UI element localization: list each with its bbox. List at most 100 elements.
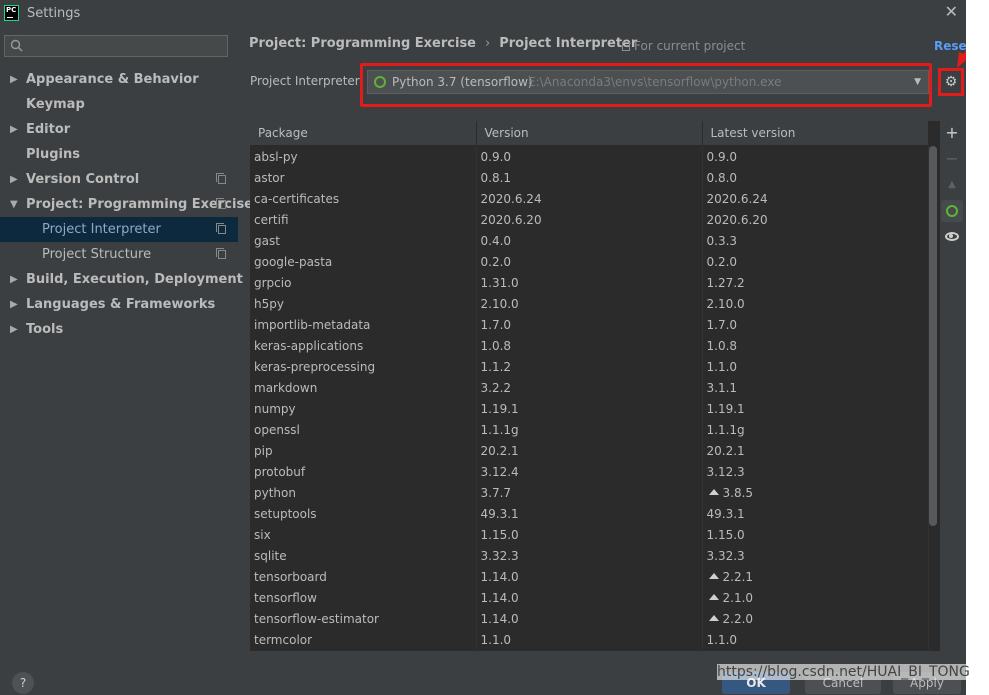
upgrade-available-icon [708, 488, 719, 495]
table-row[interactable]: protobuf 3.12.4 3.12.3 [250, 461, 929, 482]
cell-latest-text: 49.3.1 [706, 506, 745, 521]
cell-package-text: ca-certificates [254, 191, 340, 206]
upgrade-package-button[interactable]: ▲ [942, 174, 962, 196]
plus-icon: + [945, 123, 959, 142]
cell-package-text: python [254, 485, 296, 500]
cell-version-text: 0.9.0 [480, 149, 512, 164]
cell-version: 3.12.4 [476, 461, 703, 482]
table-row[interactable]: tensorboard 1.14.0 2.2.1 [250, 566, 929, 587]
cell-latest-text: 0.3.3 [706, 233, 738, 248]
cell-latest-text: 3.12.3 [706, 464, 745, 479]
sidebar-item-version-control[interactable]: ▶ Version Control [0, 167, 238, 192]
project-level-icon [216, 223, 226, 234]
table-row[interactable]: absl-py 0.9.0 0.9.0 [250, 145, 929, 167]
cell-package-text: h5py [254, 296, 284, 311]
cell-version-text: 2020.6.24 [480, 191, 542, 206]
cell-version-text: 1.14.0 [480, 590, 519, 605]
table-row[interactable]: sqlite 3.32.3 3.32.3 [250, 545, 929, 566]
column-header-latest-version[interactable]: Latest version [702, 121, 929, 146]
cell-latest-text: 2020.6.24 [706, 191, 768, 206]
table-row[interactable]: gast 0.4.0 0.3.3 [250, 230, 929, 251]
table-row[interactable]: six 1.15.0 1.15.0 [250, 524, 929, 545]
cell-package-text: gast [254, 233, 280, 248]
expanded-arrow-icon[interactable]: ▼ [10, 192, 18, 217]
table-row[interactable]: astor 0.8.1 0.8.0 [250, 167, 929, 188]
sidebar-item-plugins[interactable]: Plugins [0, 142, 238, 167]
column-header-package[interactable]: Package [250, 121, 477, 146]
cell-latest-text: 2.10.0 [706, 296, 745, 311]
cell-latest-text: 1.1.1g [706, 422, 745, 437]
sidebar-item-appearance-behavior[interactable]: ▶ Appearance & Behavior [0, 67, 238, 92]
table-row[interactable]: numpy 1.19.1 1.19.1 [250, 398, 929, 419]
table-row[interactable]: certifi 2020.6.20 2020.6.20 [250, 209, 929, 230]
table-row[interactable]: ca-certificates 2020.6.24 2020.6.24 [250, 188, 929, 209]
remove-package-button[interactable]: − [942, 148, 962, 170]
column-header-version[interactable]: Version [476, 121, 703, 146]
cell-package-text: termcolor [254, 632, 313, 647]
table-row[interactable]: pip 20.2.1 20.2.1 [250, 440, 929, 461]
cell-latest: 1.1.1g [702, 419, 929, 440]
dialog-button-bar: ? OK Cancel Apply [0, 660, 966, 695]
project-level-icon [216, 198, 226, 209]
cell-package-text: tensorflow [254, 590, 317, 605]
table-scrollbar[interactable] [929, 146, 937, 526]
add-package-button[interactable]: + [942, 122, 962, 144]
refresh-icon [946, 205, 958, 217]
sidebar-item-project-programming-exercise[interactable]: ▼ Project: Programming Exercise [0, 192, 253, 217]
sidebar-item-project-structure[interactable]: Project Structure [0, 242, 238, 267]
cancel-button[interactable]: Cancel [805, 672, 881, 694]
settings-search[interactable] [4, 35, 228, 57]
cell-package: google-pasta [250, 251, 477, 272]
cell-version: 1.31.0 [476, 272, 703, 293]
help-button[interactable]: ? [12, 672, 34, 694]
table-row[interactable]: python 3.7.7 3.8.5 [250, 482, 929, 503]
apply-button[interactable]: Apply [893, 672, 961, 694]
collapsed-arrow-icon[interactable]: ▶ [10, 267, 18, 292]
table-row[interactable]: openssl 1.1.1g 1.1.1g [250, 419, 929, 440]
interpreter-select[interactable]: Python 3.7 (tensorflow) E:\Anaconda3\env… [367, 70, 929, 94]
sidebar-item-keymap[interactable]: Keymap [0, 92, 238, 117]
table-row[interactable]: h5py 2.10.0 2.10.0 [250, 293, 929, 314]
refresh-packages-button[interactable] [941, 200, 963, 222]
collapsed-arrow-icon[interactable]: ▶ [10, 167, 18, 192]
table-row[interactable]: markdown 3.2.2 3.1.1 [250, 377, 929, 398]
cell-package-text: six [254, 527, 271, 542]
cell-package: python [250, 482, 477, 503]
table-row[interactable]: tensorflow 1.14.0 2.1.0 [250, 587, 929, 608]
table-row[interactable]: setuptools 49.3.1 49.3.1 [250, 503, 929, 524]
collapsed-arrow-icon[interactable]: ▶ [10, 317, 18, 342]
cell-package-text: numpy [254, 401, 296, 416]
app-icon-text: PC [6, 6, 17, 14]
cell-version: 20.2.1 [476, 440, 703, 461]
collapsed-arrow-icon[interactable]: ▶ [10, 117, 18, 142]
sidebar-item-editor[interactable]: ▶ Editor [0, 117, 238, 142]
sidebar-item-languages-frameworks[interactable]: ▶ Languages & Frameworks [0, 292, 238, 317]
sidebar-item-tools[interactable]: ▶ Tools [0, 317, 238, 342]
table-row[interactable]: grpcio 1.31.0 1.27.2 [250, 272, 929, 293]
title-bar: PC Settings ✕ [0, 0, 966, 27]
sidebar-item-label: Build, Execution, Deployment [26, 272, 243, 287]
table-row[interactable]: importlib-metadata 1.7.0 1.7.0 [250, 314, 929, 335]
ok-button[interactable]: OK [722, 672, 790, 694]
cell-package: gast [250, 230, 477, 251]
collapsed-arrow-icon[interactable]: ▶ [10, 292, 18, 317]
cell-version-text: 1.1.0 [480, 632, 512, 647]
gear-button[interactable]: ⚙ [938, 68, 964, 96]
breadcrumb-page: Project Interpreter [499, 36, 638, 51]
show-early-releases-eye-icon[interactable] [945, 232, 959, 241]
table-row[interactable]: tensorflow-estimator 1.14.0 2.2.0 [250, 608, 929, 629]
cell-latest: 2.10.0 [702, 293, 929, 314]
table-row[interactable]: google-pasta 0.2.0 0.2.0 [250, 251, 929, 272]
table-row[interactable]: keras-preprocessing 1.1.2 1.1.0 [250, 356, 929, 377]
table-row[interactable]: keras-applications 1.0.8 1.0.8 [250, 335, 929, 356]
cell-latest-text: 3.32.3 [706, 548, 745, 563]
table-row[interactable]: termcolor 1.1.0 1.1.0 [250, 629, 929, 650]
sidebar-item-project-interpreter[interactable]: Project Interpreter [0, 217, 238, 242]
cell-version: 1.14.0 [476, 566, 703, 587]
cell-package: tensorboard [250, 566, 477, 587]
cell-package: certifi [250, 209, 477, 230]
collapsed-arrow-icon[interactable]: ▶ [10, 67, 18, 92]
cell-latest-text: 1.15.0 [706, 527, 745, 542]
search-input[interactable] [29, 38, 224, 54]
sidebar-item-build-execution-deployment[interactable]: ▶ Build, Execution, Deployment [0, 267, 243, 292]
